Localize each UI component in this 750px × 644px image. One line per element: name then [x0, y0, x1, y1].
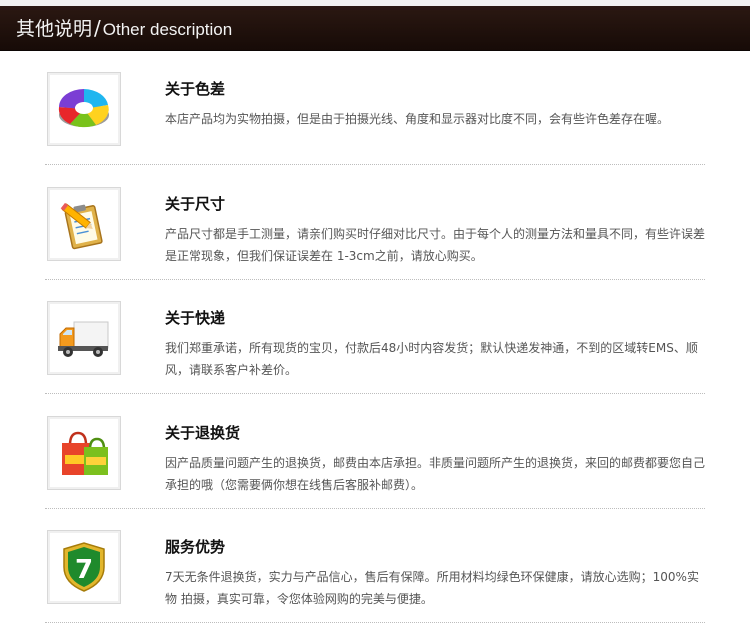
info-item-text: 7天无条件退换货，实力与产品信心，售后有保障。所用材料均绿色环保健康，请放心选购… — [165, 570, 699, 606]
info-icon-frame — [47, 72, 121, 146]
info-item-title: 服务优势 — [165, 538, 226, 556]
divider — [45, 279, 705, 280]
info-icon-frame — [47, 301, 121, 375]
section-header: 其他说明 / Other description — [0, 6, 750, 51]
page: 其他说明 / Other description 关于色差 本店产品均为实物拍摄，但… — [0, 0, 750, 637]
info-item-text: 我们郑重承诺，所有现货的宝贝，付款后48小时内容发货；默认快递发神通，不到的区域… — [165, 341, 698, 377]
color-wheel-icon — [58, 89, 109, 128]
info-item-service: 7 服务优势 7天无条件退换货，实力与产品信心，售后有保障。所用材料均绿色环保健… — [45, 530, 705, 644]
info-item-text: 本店产品均为实物拍摄，但是由于拍摄光线、角度和显示器对比度不同，会有些许色差存在… — [165, 112, 670, 126]
clipboard-pencil-icon — [60, 202, 103, 250]
info-icon-frame: 7 — [47, 530, 121, 604]
info-item-delivery: 关于快递 我们郑重承诺，所有现货的宝贝，付款后48小时内容发货；默认快递发神通，… — [45, 301, 705, 415]
info-item-color: 关于色差 本店产品均为实物拍摄，但是由于拍摄光线、角度和显示器对比度不同，会有些… — [45, 72, 705, 186]
seven-shield-icon: 7 — [63, 542, 105, 592]
info-item-title: 关于尺寸 — [165, 195, 226, 213]
info-item-size: 关于尺寸 产品尺寸都是手工测量，请亲们购买时仔细对比尺寸。由于每个人的测量方法和… — [45, 187, 705, 301]
info-item-text: 产品尺寸都是手工测量，请亲们购买时仔细对比尺寸。由于每个人的测量方法和量具不同，… — [165, 227, 706, 263]
delivery-truck-icon — [58, 321, 109, 357]
info-icon-frame — [47, 187, 121, 261]
info-item-returns: 关于退换货 因产品质量问题产生的退换货，邮费由本店承担。非质量问题所产生的退换货… — [45, 416, 705, 530]
divider — [45, 622, 705, 623]
info-item-title: 关于退换货 — [165, 424, 241, 442]
shield-badge-number: 7 — [75, 555, 93, 585]
divider — [45, 508, 705, 509]
section-title: 其他说明 / Other description — [16, 14, 232, 41]
shopping-bags-icon — [62, 431, 108, 475]
divider — [45, 164, 705, 165]
section-title-en: Other description — [102, 20, 233, 39]
info-icon-frame — [47, 416, 121, 490]
divider — [45, 393, 705, 394]
title-slash: / — [94, 16, 101, 40]
section-title-cn: 其他说明 — [16, 18, 93, 40]
info-item-title: 关于色差 — [165, 80, 226, 98]
info-item-text: 因产品质量问题产生的退换货，邮费由本店承担。非质量问题所产生的退换货，来回的邮费… — [165, 456, 706, 492]
info-item-title: 关于快递 — [165, 309, 226, 327]
